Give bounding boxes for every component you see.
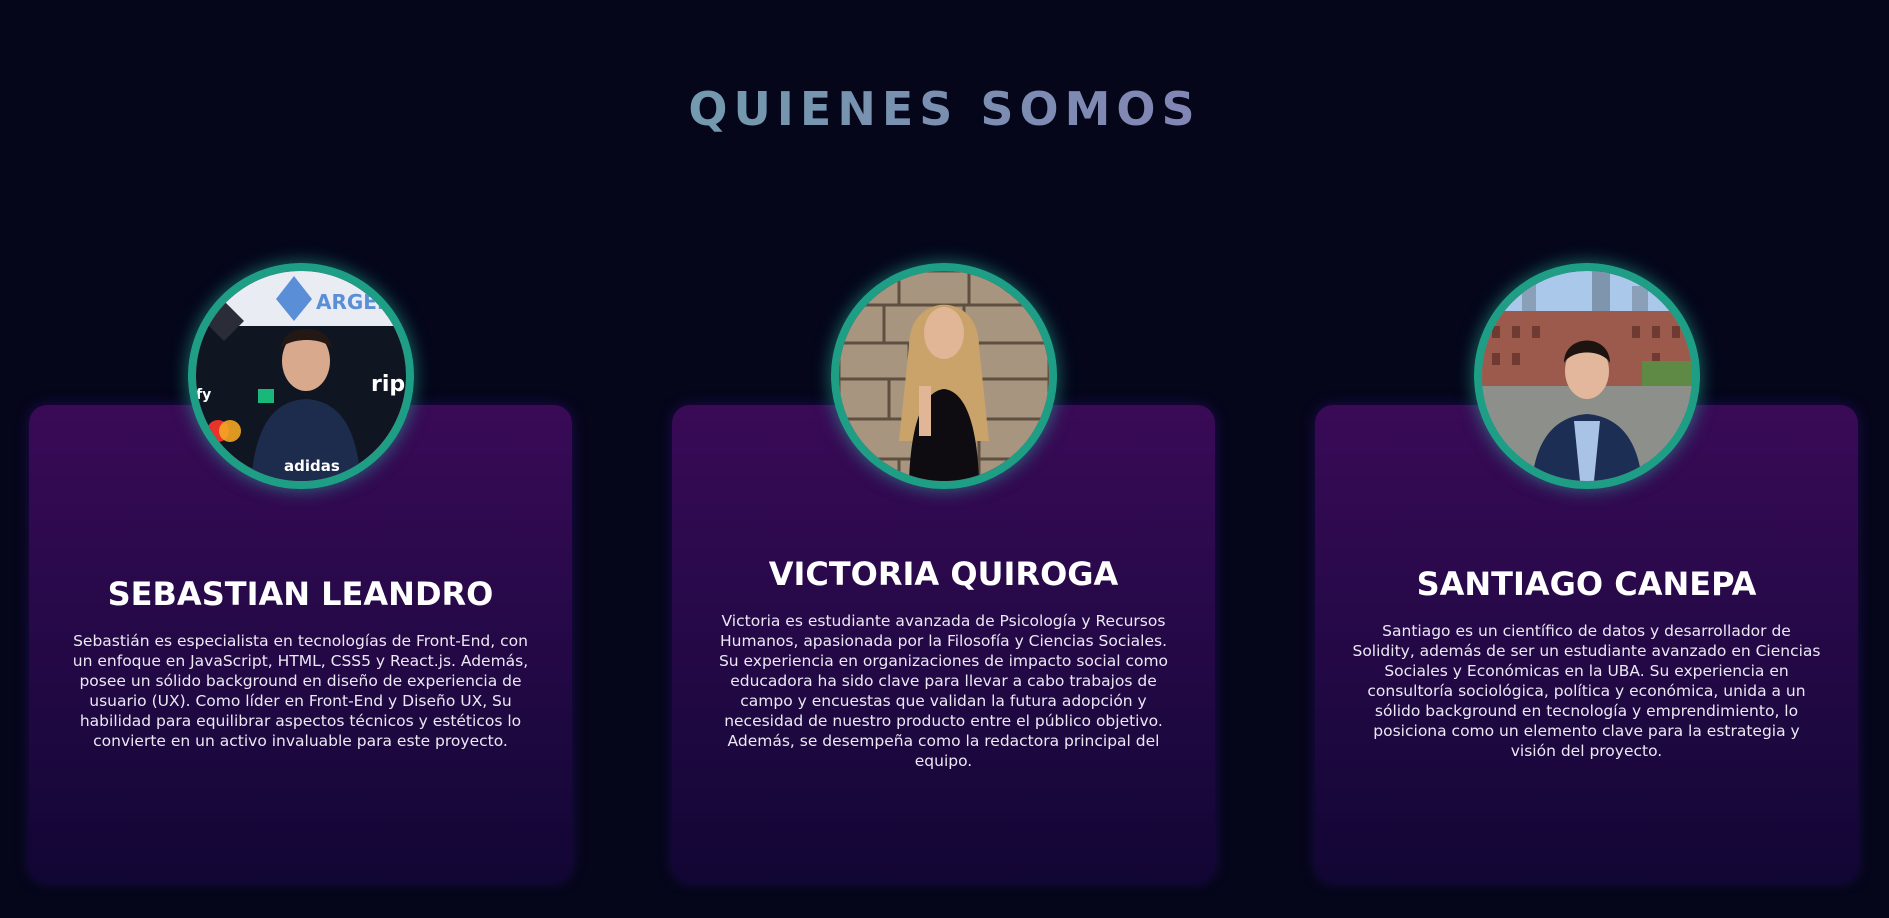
avatar-sebastian: ARGEN fy ripi adidas [188,263,414,489]
section-title: QUIENES SOMOS [0,82,1889,136]
photo-santiago [1482,271,1692,481]
photo-sebastian: ARGEN fy ripi adidas [196,271,406,481]
member-name: VICTORIA QUIROGA [768,555,1119,593]
member-bio: Victoria es estudiante avanzada de Psico… [718,612,1169,770]
sponsor-right-text: ripi [371,372,406,397]
avatar-victoria [831,263,1057,489]
member-bio: Sebastián es especialista en tecnologías… [72,632,529,750]
shirt-text: adidas [284,457,340,475]
banner-text: ARGEN [316,290,394,314]
member-bio: Santiago es un científico de datos y des… [1352,622,1821,760]
photo-victoria [839,271,1049,481]
sponsor-left-text: fy [196,387,211,403]
avatar-santiago [1474,263,1700,489]
member-name: SEBASTIAN LEANDRO [107,575,494,613]
member-name: SANTIAGO CANEPA [1416,565,1757,603]
